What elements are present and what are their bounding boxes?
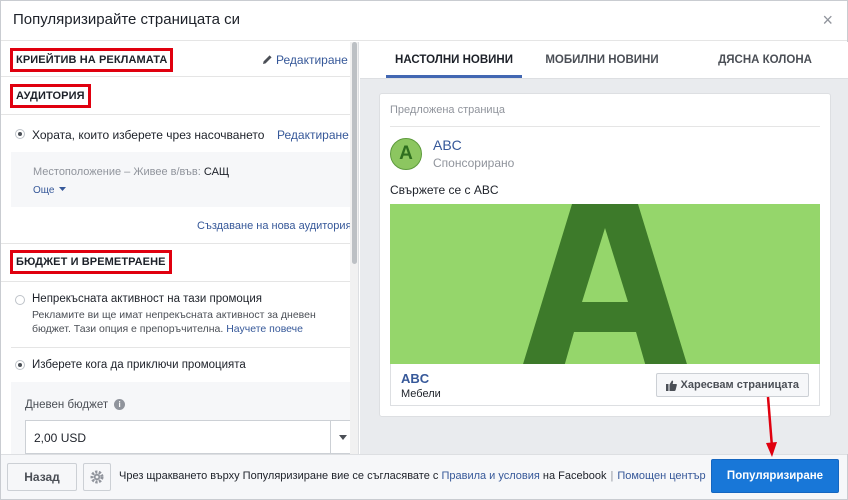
placement-tabs: НАСТОЛНИ НОВИНИ МОБИЛНИ НОВИНИ ДЯСНА КОЛ… <box>360 42 848 79</box>
location-label: Местоположение – Живее в/във: <box>33 166 201 178</box>
pencil-icon <box>263 55 272 64</box>
info-icon[interactable]: i <box>114 399 126 410</box>
preview-panel: НАСТОЛНИ НОВИНИ МОБИЛНИ НОВИНИ ДЯСНА КОЛ… <box>360 42 848 454</box>
continuous-desc-line2: бюджет. Тази опция е препоръчителна. Нау… <box>32 323 303 335</box>
divider <box>1 243 350 244</box>
suggested-page-label: Предложена страница <box>390 104 505 116</box>
location-value: САЩ <box>203 166 230 178</box>
terms-prefix: Чрез щракването върху Популяризиране вие… <box>119 470 439 482</box>
daily-budget-value: 2,00 USD <box>34 431 87 445</box>
dropdown-caret-icon <box>59 187 67 191</box>
page-avatar[interactable]: A <box>390 138 422 170</box>
divider <box>11 347 350 348</box>
ad-image[interactable] <box>390 204 820 364</box>
audience-details: Местоположение – Живее в/във: САЩ Още <box>11 152 350 207</box>
audience-edit-link[interactable]: Редактиране <box>277 128 349 142</box>
dialog-footer: Назад Чрез щракването върху Популяризира… <box>1 454 847 499</box>
like-page-label: Харесвам страницата <box>680 379 799 391</box>
budget-radio-continuous[interactable] <box>15 295 25 305</box>
creative-edit-label: Редактиране <box>276 53 348 67</box>
thumbs-up-icon <box>665 380 677 391</box>
terms-suffix: на Facebook <box>542 470 607 482</box>
dialog-title: Популяризирайте страницата си <box>13 11 240 28</box>
back-button[interactable]: Назад <box>7 463 77 491</box>
footer-category: Мебели <box>401 388 441 400</box>
divider <box>1 281 350 282</box>
budget-section-title: БЮДЖЕТ И ВРЕМЕТРАЕНЕ <box>10 250 172 274</box>
active-tab-indicator <box>386 75 522 78</box>
creative-edit-link[interactable]: Редактиране <box>262 53 348 67</box>
daily-budget-label: Дневен бюджет <box>25 399 109 411</box>
audience-section-title: АУДИТОРИЯ <box>10 84 91 108</box>
footer-page-name[interactable]: ABC <box>401 371 429 386</box>
like-page-button[interactable]: Харесвам страницата <box>655 373 809 397</box>
settings-panel[interactable]: КРИЕЙТИВ НА РЕКЛАМАТА Редактиране АУДИТО… <box>1 42 359 454</box>
tab-mobile-news-feed[interactable]: МОБИЛНИ НОВИНИ <box>540 54 664 66</box>
separator: | <box>610 470 614 482</box>
audience-radio-targeting[interactable] <box>15 129 25 139</box>
help-center-link[interactable]: Помощен център <box>617 470 705 482</box>
gear-icon <box>90 470 104 484</box>
ad-image-letter <box>523 204 687 364</box>
audience-more-link[interactable]: Още <box>33 185 67 196</box>
daily-budget-label-row: Дневен бюджет i <box>25 399 126 411</box>
learn-more-link[interactable]: Научете повече <box>226 323 303 335</box>
tab-desktop-news-feed[interactable]: НАСТОЛНИ НОВИНИ <box>386 54 522 66</box>
left-panel-scrollbar[interactable] <box>350 42 358 454</box>
budget-radio-end-date[interactable] <box>15 360 25 370</box>
ad-footer: ABC Мебели Харесвам страницата <box>390 364 820 406</box>
promote-page-dialog: Популяризирайте страницата си × КРИЕЙТИВ… <box>0 0 848 500</box>
ad-text: Свържете се с ABC <box>390 183 499 197</box>
settings-button[interactable] <box>83 463 111 491</box>
creative-section-title: КРИЕЙТИВ НА РЕКЛАМАТА <box>10 48 174 72</box>
promote-button[interactable]: Популяризиране <box>711 459 839 493</box>
dialog-header: Популяризирайте страницата си × <box>1 1 847 41</box>
divider <box>1 76 350 77</box>
ad-preview-card: Предложена страница A ABC Спонсорирано С… <box>379 93 831 417</box>
divider <box>1 114 350 115</box>
close-icon[interactable]: × <box>822 10 833 30</box>
continuous-desc-text: бюджет. Тази опция е препоръчителна. <box>32 323 224 335</box>
end-date-option-label: Изберете кога да приключи промоцията <box>32 359 246 371</box>
scrollbar-thumb[interactable] <box>352 42 357 264</box>
terms-link[interactable]: Правила и условия <box>441 470 539 482</box>
sponsored-label: Спонсорирано <box>433 156 515 170</box>
create-new-audience-link[interactable]: Създаване на нова аудитория <box>197 220 352 232</box>
page-name-link[interactable]: ABC <box>433 137 462 153</box>
continuous-desc-line1: Рекламите ви ще имат непрекъсната активн… <box>32 309 316 321</box>
divider <box>390 126 820 127</box>
more-label: Още <box>33 185 55 196</box>
continuous-option-title: Непрекъсната активност на тази промоция <box>32 293 263 305</box>
daily-budget-select[interactable]: 2,00 USD <box>25 420 355 454</box>
location-line: Местоположение – Живее в/във: САЩ <box>33 166 229 178</box>
terms-text: Чрез щракването върху Популяризиране вие… <box>119 470 706 482</box>
tab-right-column[interactable]: ДЯСНА КОЛОНА <box>700 54 830 66</box>
audience-option-label: Хората, които изберете чрез насочването <box>32 128 265 142</box>
